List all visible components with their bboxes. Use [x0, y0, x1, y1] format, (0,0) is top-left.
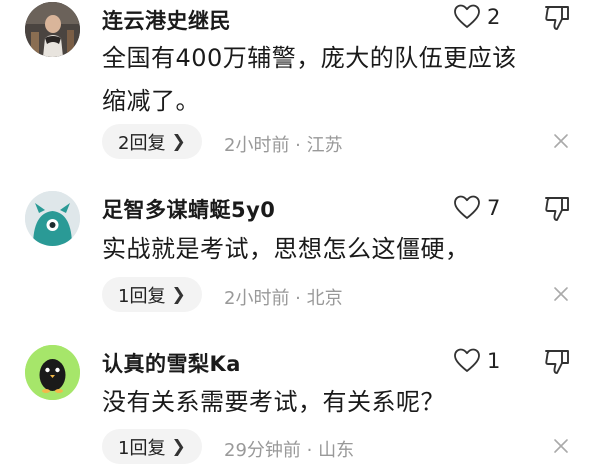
like-button[interactable]: 7: [453, 195, 500, 220]
like-count: 1: [487, 348, 501, 373]
comment-text: 全国有400万辅警，庞大的队伍更应该 缩减了。: [102, 37, 562, 123]
reply-count-label: 2回复: [118, 132, 166, 154]
heart-icon: [454, 4, 480, 28]
avatar[interactable]: [25, 2, 80, 57]
reply-count-label: 1回复: [118, 285, 166, 307]
reply-count-button[interactable]: 1回复 ❯: [102, 429, 202, 464]
close-icon: [554, 287, 568, 301]
like-count: 2: [487, 4, 501, 29]
dislike-button[interactable]: [543, 3, 571, 35]
reply-count-label: 1回复: [118, 437, 166, 459]
reply-count-button[interactable]: 1回复 ❯: [102, 277, 202, 312]
avatar[interactable]: [25, 191, 80, 246]
chevron-right-icon: ❯: [171, 436, 186, 457]
thumbs-down-icon: [545, 350, 569, 374]
like-button[interactable]: 2: [453, 4, 500, 29]
comment-text-line: 全国有400万辅警，庞大的队伍更应该: [102, 44, 517, 72]
author-name[interactable]: 连云港史继民: [102, 5, 231, 35]
author-name[interactable]: 足智多谋蜻蜓5y0: [102, 194, 275, 224]
chevron-right-icon: ❯: [171, 131, 186, 152]
comment-item: 认真的雪梨Ka 1 没有关系需要考试，有关系呢？ 1回复 ❯ 29分钟前 · 山…: [0, 325, 600, 469]
comment-meta: 29分钟前 · 山东: [224, 440, 355, 461]
like-count: 7: [487, 195, 501, 220]
comment-meta: 2小时前 · 北京: [224, 288, 343, 309]
comment-meta: 2小时前 · 江苏: [224, 135, 343, 156]
comment-text-line: 实战就是考试，思想怎么这僵硬，: [102, 235, 470, 263]
close-button[interactable]: [550, 283, 572, 305]
comment-item: 足智多谋蜻蜓5y0 7 实战就是考试，思想怎么这僵硬， 1回复 ❯ 2小时前 ·…: [0, 165, 600, 325]
comment-text: 没有关系需要考试，有关系呢？: [102, 381, 562, 424]
heart-icon: [454, 348, 480, 372]
close-icon: [554, 439, 568, 453]
reply-count-button[interactable]: 2回复 ❯: [102, 124, 202, 159]
comment-text-line: 没有关系需要考试，有关系呢？: [102, 388, 445, 416]
thumbs-down-icon: [545, 6, 569, 30]
author-name[interactable]: 认真的雪梨Ka: [102, 348, 241, 378]
heart-icon: [454, 195, 480, 219]
dislike-button[interactable]: [543, 194, 571, 226]
close-button[interactable]: [550, 435, 572, 457]
comment-text-line: 缩减了。: [102, 87, 200, 115]
avatar[interactable]: [25, 345, 80, 400]
thumbs-down-icon: [545, 197, 569, 221]
comment-item: 连云港史继民 2 全国有400万辅警，庞大的队伍更应该 缩减了。 2回复 ❯ 2…: [0, 0, 600, 165]
close-button[interactable]: [550, 130, 572, 152]
close-icon: [554, 134, 568, 148]
dislike-button[interactable]: [543, 347, 571, 379]
comment-text: 实战就是考试，思想怎么这僵硬，: [102, 228, 562, 271]
chevron-right-icon: ❯: [171, 284, 186, 305]
like-button[interactable]: 1: [453, 348, 500, 373]
